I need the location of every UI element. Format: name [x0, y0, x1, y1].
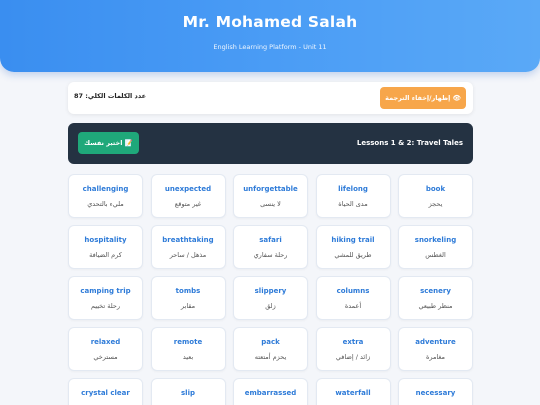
word-card[interactable]: unexpected غير متوقع: [150, 174, 226, 218]
toggle-translation-button[interactable]: 👁 إظهار/إخفاء الترجمة: [380, 87, 466, 109]
word-card[interactable]: extra زائد / إضافي: [315, 327, 391, 371]
word-card[interactable]: snorkeling الغطس: [398, 225, 473, 269]
word-english: snorkeling: [414, 236, 457, 244]
page-subtitle: English Learning Platform - Unit 11: [213, 43, 327, 51]
stats-bar: عدد الكلمات الكلي: 87 👁 إظهار/إخفاء التر…: [68, 82, 473, 114]
lesson-header: 📝 اختبر نفسك Lessons 1 & 2: Travel Tales: [68, 123, 473, 164]
word-card[interactable]: slip: [150, 378, 226, 405]
word-english: lifelong: [338, 185, 368, 193]
word-translation: مغامرة: [425, 353, 446, 361]
word-translation: مسترخي: [93, 353, 118, 361]
word-translation: بعيد: [182, 353, 194, 361]
word-card[interactable]: crystal clear: [68, 378, 143, 405]
word-translation: يحزم أمتعته: [254, 353, 287, 361]
word-english: unforgettable: [243, 185, 298, 193]
word-card[interactable]: camping trip رحلة تخييم: [68, 276, 143, 320]
word-card[interactable]: slippery زلق: [233, 276, 308, 320]
word-translation: زلق: [265, 302, 276, 310]
word-card[interactable]: safari رحلة سفاري: [233, 225, 308, 269]
word-english: hospitality: [84, 236, 127, 244]
word-english: waterfall: [335, 389, 371, 397]
word-english: embarrassed: [244, 389, 297, 397]
word-english: safari: [259, 236, 282, 244]
word-english: hiking trail: [331, 236, 375, 244]
word-english: columns: [336, 287, 370, 295]
word-translation: غير متوقع: [174, 200, 202, 208]
word-card[interactable]: embarrassed: [233, 378, 308, 405]
word-english: necessary: [415, 389, 456, 397]
word-english: tombs: [175, 287, 201, 295]
word-translation: طريق للمشي: [334, 251, 372, 259]
word-translation: مقابر: [180, 302, 196, 310]
word-translation: يحجز: [428, 200, 443, 208]
word-card[interactable]: remote بعيد: [150, 327, 226, 371]
word-translation: مليء بالتحدي: [87, 200, 124, 208]
word-english: extra: [342, 338, 364, 346]
word-card[interactable]: tombs مقابر: [150, 276, 226, 320]
word-card[interactable]: challenging مليء بالتحدي: [68, 174, 143, 218]
word-card[interactable]: waterfall: [315, 378, 391, 405]
test-yourself-button[interactable]: 📝 اختبر نفسك: [78, 132, 139, 154]
word-card[interactable]: relaxed مسترخي: [68, 327, 143, 371]
word-translation: رحلة سفاري: [253, 251, 288, 259]
word-english: challenging: [82, 185, 129, 193]
word-translation: مدى الحياة: [338, 200, 368, 208]
word-english: book: [425, 185, 446, 193]
word-english: unexpected: [164, 185, 212, 193]
word-card[interactable]: hiking trail طريق للمشي: [315, 225, 391, 269]
word-english: relaxed: [90, 338, 121, 346]
word-translation: كرم الضيافة: [89, 251, 122, 259]
page-title: Mr. Mohamed Salah: [182, 13, 358, 31]
word-english: slip: [181, 389, 195, 397]
word-card[interactable]: adventure مغامرة: [398, 327, 473, 371]
word-english: slippery: [254, 287, 287, 295]
word-english: remote: [173, 338, 203, 346]
word-card[interactable]: columns أعمدة: [315, 276, 391, 320]
word-translation: زائد / إضافي: [335, 353, 371, 361]
word-card[interactable]: book يحجز: [398, 174, 473, 218]
word-english: adventure: [415, 338, 456, 346]
word-translation: مذهل / ساحر: [169, 251, 207, 259]
word-translation: أعمدة: [344, 302, 362, 310]
word-english: camping trip: [80, 287, 131, 295]
word-card[interactable]: hospitality كرم الضيافة: [68, 225, 143, 269]
word-english: pack: [261, 338, 280, 346]
word-card[interactable]: pack يحزم أمتعته: [233, 327, 308, 371]
word-card[interactable]: lifelong مدى الحياة: [315, 174, 391, 218]
word-translation: رحلة تخييم: [90, 302, 121, 310]
word-card[interactable]: breathtaking مذهل / ساحر: [150, 225, 226, 269]
word-english: scenery: [420, 287, 451, 295]
word-english: breathtaking: [162, 236, 214, 244]
word-card[interactable]: scenery منظر طبيعي: [398, 276, 473, 320]
word-card[interactable]: necessary: [398, 378, 473, 405]
word-translation: لا ينسى: [260, 200, 281, 208]
word-card[interactable]: unforgettable لا ينسى: [233, 174, 308, 218]
word-translation: الغطس: [425, 251, 446, 259]
word-count-label: عدد الكلمات الكلي: 87: [74, 92, 147, 100]
word-translation: منظر طبيعي: [418, 302, 453, 310]
page-header: Mr. Mohamed Salah English Learning Platf…: [0, 0, 540, 72]
word-english: crystal clear: [81, 389, 130, 397]
lesson-title: Lessons 1 & 2: Travel Tales: [356, 139, 463, 147]
